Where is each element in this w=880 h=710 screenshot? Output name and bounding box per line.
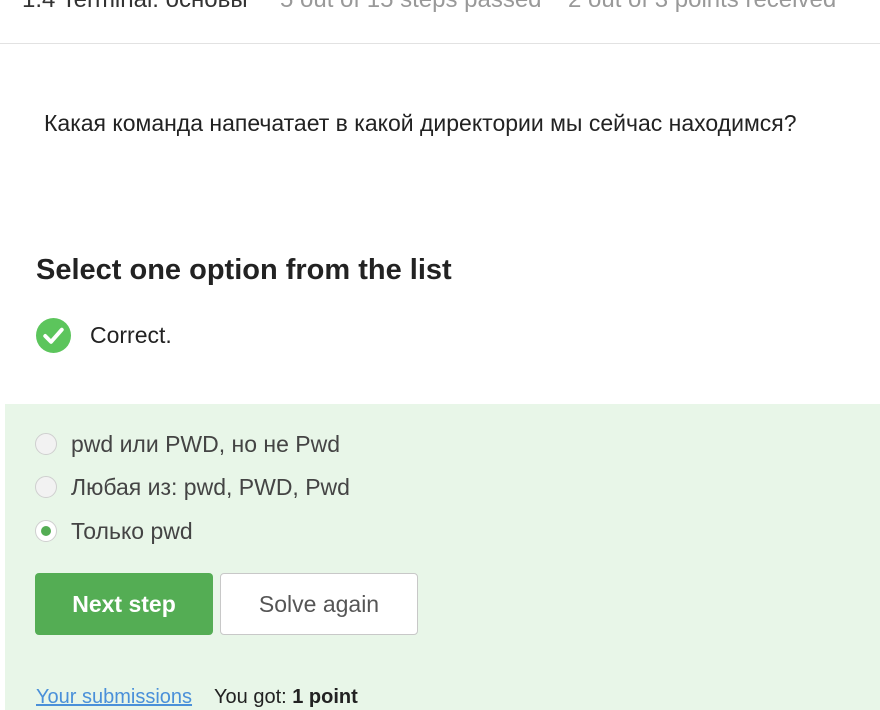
option-label: Любая из: pwd, PWD, Pwd [71, 473, 350, 500]
option-pwd-or-PWD[interactable]: pwd или PWD, но не Pwd [35, 429, 340, 459]
check-circle-icon [36, 318, 71, 353]
score-summary: You got: 1 point [214, 686, 358, 709]
lesson-title[interactable]: 1.4 Terminal: основы [22, 0, 248, 14]
radio-button[interactable] [35, 433, 57, 455]
solve-again-button[interactable]: Solve again [220, 573, 418, 635]
option-label: pwd или PWD, но не Pwd [71, 430, 341, 457]
result-text: Correct. [90, 322, 172, 348]
radio-button-selected[interactable] [35, 520, 57, 542]
radio-button[interactable] [35, 476, 57, 498]
option-only-pwd[interactable]: Только pwd [35, 516, 193, 546]
points-received-status: 2 out of 3 points received [568, 0, 836, 14]
quiz-instruction: Select one option from the list [36, 254, 452, 286]
option-label: Только pwd [71, 517, 193, 544]
next-step-button[interactable]: Next step [35, 573, 213, 635]
result-status: Correct. [36, 318, 172, 353]
radio-selected-dot [41, 526, 51, 536]
submission-footer: Your submissions You got: 1 point [36, 686, 358, 709]
question-text: Какая команда напечатает в какой директо… [44, 110, 797, 136]
steps-passed-status: 5 out of 15 steps passed [280, 0, 542, 14]
option-any-of[interactable]: Любая из: pwd, PWD, Pwd [35, 472, 350, 502]
points-value: 1 point [292, 686, 358, 708]
answer-panel: pwd или PWD, но не Pwd Любая из: pwd, PW… [5, 404, 880, 710]
your-submissions-link[interactable]: Your submissions [36, 686, 192, 709]
lesson-header: 1.4 Terminal: основы 5 out of 15 steps p… [0, 0, 880, 44]
page: 1.4 Terminal: основы 5 out of 15 steps p… [0, 0, 880, 710]
you-got-label: You got: [214, 686, 293, 708]
